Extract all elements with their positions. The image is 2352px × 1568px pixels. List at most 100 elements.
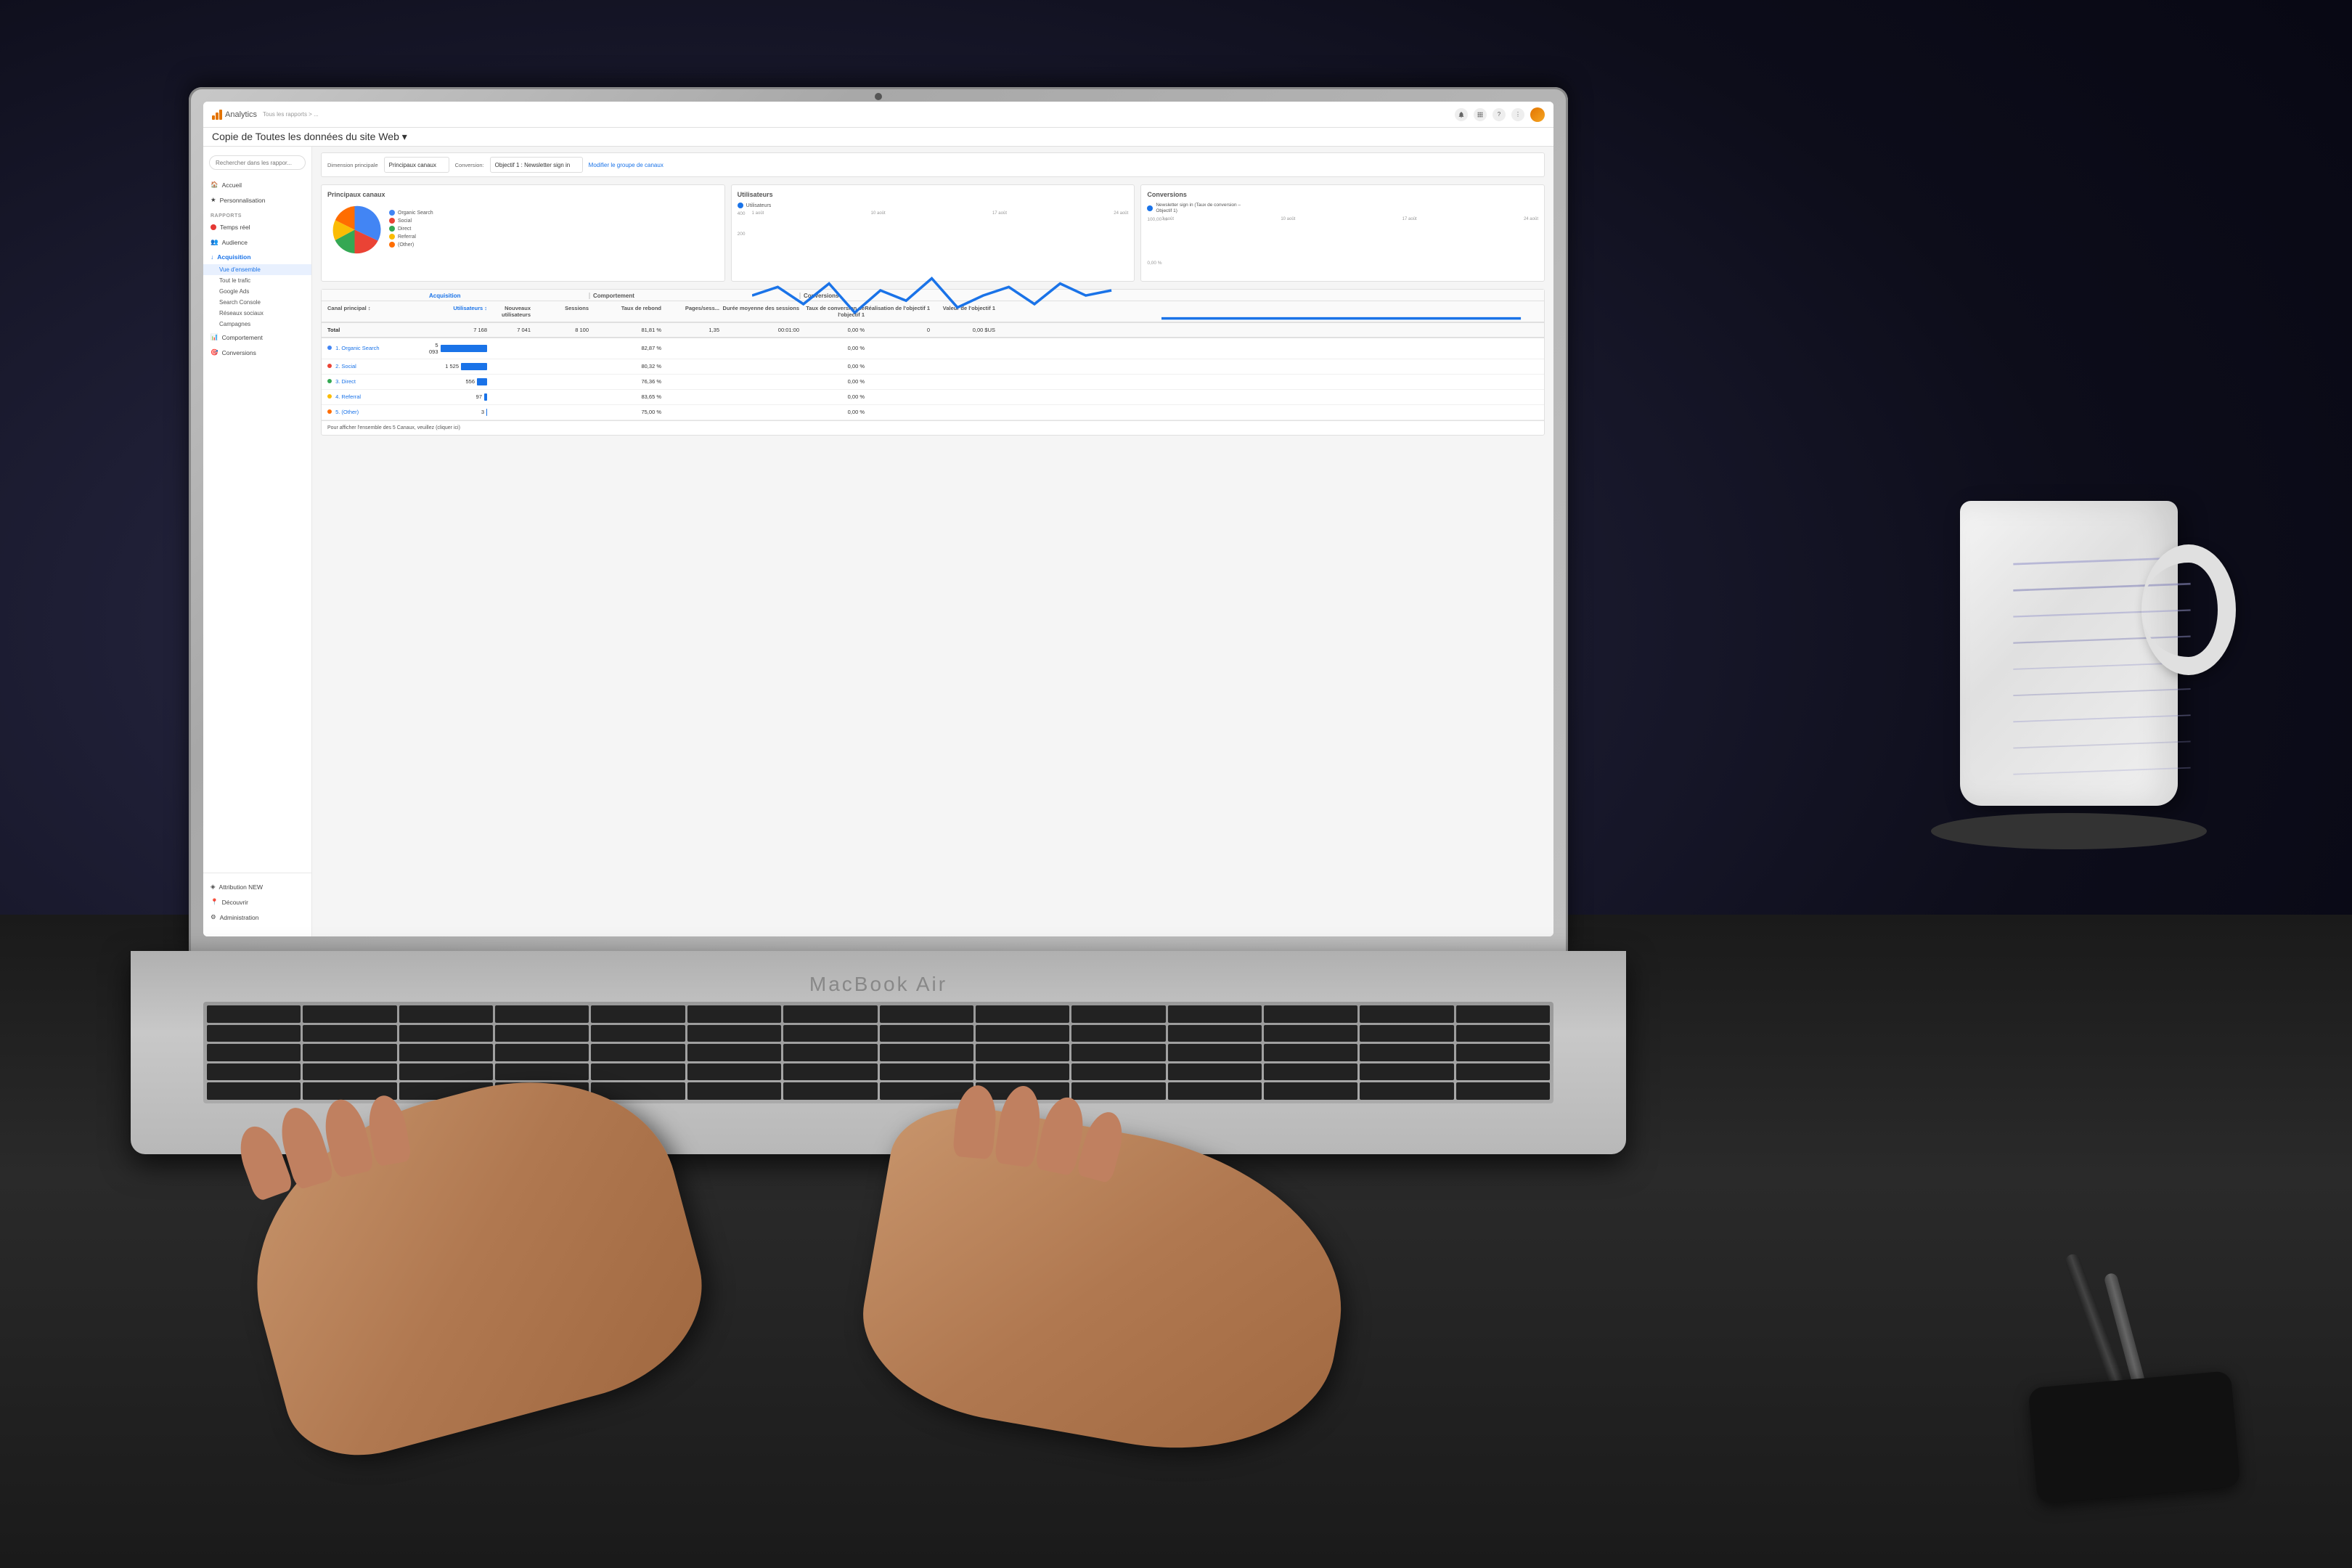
- keyboard-key[interactable]: [783, 1082, 877, 1100]
- keyboard-key[interactable]: [1456, 1082, 1550, 1100]
- keyboard-key[interactable]: [1168, 1063, 1262, 1081]
- keyboard-key[interactable]: [303, 1025, 396, 1042]
- keyboard-key[interactable]: [207, 1025, 301, 1042]
- help-icon[interactable]: ?: [1493, 108, 1506, 121]
- keyboard-key[interactable]: [1264, 1025, 1357, 1042]
- keyboard-key[interactable]: [1168, 1025, 1262, 1042]
- keyboard-key[interactable]: [207, 1082, 301, 1100]
- sidebar-item-decouvrir[interactable]: 📍 Découvrir: [203, 894, 311, 910]
- keyboard-key[interactable]: [783, 1025, 877, 1042]
- keyboard-key[interactable]: [687, 1025, 781, 1042]
- keyboard-key[interactable]: [1071, 1044, 1165, 1061]
- keyboard-key[interactable]: [783, 1063, 877, 1081]
- keyboard-key[interactable]: [976, 1025, 1069, 1042]
- modify-group-link[interactable]: Modifier le groupe de canaux: [589, 162, 663, 168]
- sidebar-sub-campagnes[interactable]: Campagnes: [203, 319, 311, 330]
- keyboard-key[interactable]: [591, 1063, 685, 1081]
- keyboard-key[interactable]: [1168, 1044, 1262, 1061]
- sidebar-item-administration[interactable]: ⚙ Administration: [203, 910, 311, 925]
- apps-icon[interactable]: [1474, 108, 1487, 121]
- cell-channel[interactable]: 4. Referral: [327, 393, 429, 400]
- sidebar-sub-tout-trafic[interactable]: Tout le trafic: [203, 275, 311, 286]
- keyboard-key[interactable]: [207, 1063, 301, 1081]
- keyboard-key[interactable]: [1360, 1025, 1453, 1042]
- sidebar-item-personnalisation[interactable]: ★ Personnalisation: [203, 192, 311, 208]
- keyboard-key[interactable]: [687, 1044, 781, 1061]
- keyboard-key[interactable]: [1456, 1044, 1550, 1061]
- keyboard-key[interactable]: [1264, 1082, 1357, 1100]
- keyboard-key[interactable]: [687, 1063, 781, 1081]
- sidebar-item-acquisition[interactable]: ↓ Acquisition: [203, 250, 311, 264]
- keyboard-key[interactable]: [880, 1025, 973, 1042]
- dimension-dropdown[interactable]: Principaux canaux: [384, 157, 449, 173]
- keyboard-key[interactable]: [399, 1044, 493, 1061]
- keyboard-key[interactable]: [687, 1082, 781, 1100]
- sidebar-item-audience[interactable]: 👥 Audience: [203, 234, 311, 250]
- keyboard-key[interactable]: [1071, 1082, 1165, 1100]
- sidebar-item-comportement[interactable]: 📊 Comportement: [203, 330, 311, 345]
- keyboard-key[interactable]: [591, 1005, 685, 1023]
- keyboard-key[interactable]: [880, 1044, 973, 1061]
- keyboard-key[interactable]: [880, 1063, 973, 1081]
- keyboard-key[interactable]: [399, 1063, 493, 1081]
- mug-saucer: [1931, 813, 2207, 849]
- keyboard-key[interactable]: [1168, 1082, 1262, 1100]
- more-icon[interactable]: ⋮: [1511, 108, 1524, 121]
- keyboard-key[interactable]: [303, 1044, 396, 1061]
- keyboard-key[interactable]: [303, 1063, 396, 1081]
- table-row: 4. Referral 97 83,65 % 0,00 %: [322, 390, 1544, 405]
- keyboard-key[interactable]: [1456, 1063, 1550, 1081]
- sidebar-item-conversions[interactable]: 🎯 Conversions: [203, 345, 311, 360]
- keyboard-key[interactable]: [1264, 1005, 1357, 1023]
- cell-channel[interactable]: 1. Organic Search: [327, 345, 429, 351]
- sidebar-item-temps-reel[interactable]: Temps réel: [203, 220, 311, 234]
- sidebar-sub-google-ads[interactable]: Google Ads: [203, 286, 311, 297]
- keyboard-key[interactable]: [1360, 1063, 1453, 1081]
- keyboard-key[interactable]: [399, 1005, 493, 1023]
- sidebar-sub-search-console[interactable]: Search Console: [203, 297, 311, 308]
- sidebar-search[interactable]: [203, 152, 311, 173]
- keyboard-key[interactable]: [303, 1005, 396, 1023]
- cell-channel[interactable]: 2. Social: [327, 363, 429, 369]
- keyboard-key[interactable]: [1071, 1005, 1165, 1023]
- conversion-dropdown[interactable]: Objectif 1 : Newsletter sign in: [490, 157, 583, 173]
- keyboard-key[interactable]: [783, 1005, 877, 1023]
- cell-channel[interactable]: 5. (Other): [327, 409, 429, 415]
- keyboard-key[interactable]: [495, 1005, 589, 1023]
- sidebar-sub-reseaux-sociaux[interactable]: Réseaux sociaux: [203, 308, 311, 319]
- cell-channel[interactable]: 3. Direct: [327, 378, 429, 385]
- keyboard-key[interactable]: [1360, 1005, 1453, 1023]
- keyboard-key[interactable]: [1264, 1063, 1357, 1081]
- sidebar-sub-vue-ensemble[interactable]: Vue d'ensemble: [203, 264, 311, 275]
- keyboard-key[interactable]: [591, 1044, 685, 1061]
- keyboard-key[interactable]: [880, 1005, 973, 1023]
- keyboard-key[interactable]: [783, 1044, 877, 1061]
- sidebar-item-attribution[interactable]: ◈ Attribution NEW: [203, 879, 311, 894]
- keyboard-key[interactable]: [1071, 1025, 1165, 1042]
- keyboard-key[interactable]: [207, 1005, 301, 1023]
- keyboard-key[interactable]: [1456, 1005, 1550, 1023]
- keyboard-key[interactable]: [1360, 1082, 1453, 1100]
- sidebar-item-accueil[interactable]: 🏠 Accueil: [203, 177, 311, 192]
- notifications-icon[interactable]: [1455, 108, 1468, 121]
- keyboard-key[interactable]: [495, 1025, 589, 1042]
- keyboard-key[interactable]: [495, 1044, 589, 1061]
- keyboard-key[interactable]: [399, 1025, 493, 1042]
- keyboard-key[interactable]: [976, 1044, 1069, 1061]
- keyboard-key[interactable]: [207, 1044, 301, 1061]
- keyboard-key[interactable]: [1456, 1025, 1550, 1042]
- keyboard-key[interactable]: [976, 1005, 1069, 1023]
- avatar[interactable]: [1530, 107, 1545, 122]
- keyboard-key[interactable]: [1264, 1044, 1357, 1061]
- keyboard-key[interactable]: [880, 1082, 973, 1100]
- col-utilisateurs[interactable]: Utilisateurs ↕: [429, 305, 487, 318]
- laptop-screen[interactable]: Analytics Tous les rapports > ... ? ⋮: [203, 102, 1553, 936]
- keyboard-key[interactable]: [495, 1063, 589, 1081]
- keyboard-key[interactable]: [687, 1005, 781, 1023]
- keyboard-key[interactable]: [1071, 1063, 1165, 1081]
- keyboard-key[interactable]: [1168, 1005, 1262, 1023]
- keyboard-key[interactable]: [1360, 1044, 1453, 1061]
- search-input[interactable]: [209, 155, 306, 170]
- keyboard-key[interactable]: [976, 1063, 1069, 1081]
- keyboard-key[interactable]: [591, 1025, 685, 1042]
